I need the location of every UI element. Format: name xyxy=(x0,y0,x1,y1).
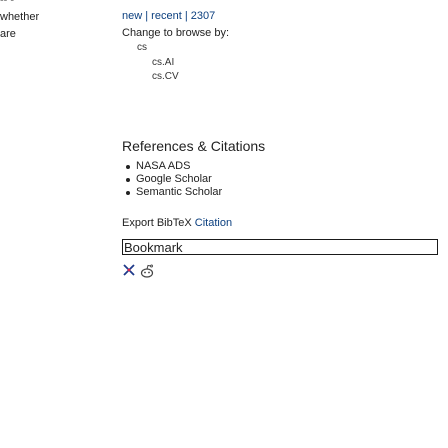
nav-prev-next[interactable]: • • • • • xyxy=(122,0,153,5)
google-scholar-link[interactable]: Google Scholar xyxy=(136,173,212,186)
references-list: NASA ADS Google Scholar Semantic Scholar xyxy=(126,160,222,199)
main-text-fragment: whether xyxy=(0,11,40,23)
nasa-ads-link[interactable]: NASA ADS xyxy=(136,160,190,173)
bookmark-box: Bookmark xyxy=(122,239,438,255)
page: -- - whether are • • • • • new | recent … xyxy=(0,0,448,448)
nav-recent-link[interactable]: recent xyxy=(151,10,182,22)
export-citation-link[interactable]: Citation xyxy=(195,217,232,229)
browse-sub-cs-ai[interactable]: cs.AI xyxy=(152,57,174,68)
list-item: Semantic Scholar xyxy=(126,186,222,199)
main-text-fragment: are xyxy=(0,28,16,40)
bibsonomy-icon[interactable] xyxy=(122,263,136,284)
export-bibtex: Export BibTeX Citation xyxy=(122,217,232,229)
nav-separator: | xyxy=(184,10,188,22)
nav-new-link[interactable]: new xyxy=(122,10,142,22)
nav-month-link[interactable]: 2307 xyxy=(191,10,215,22)
list-item: NASA ADS xyxy=(126,160,222,173)
bullet-icon xyxy=(126,164,130,169)
bookmark-icons xyxy=(122,263,155,284)
export-bibtex-label: Export BibTeX xyxy=(122,217,192,229)
browse-category-cs[interactable]: cs xyxy=(137,42,147,53)
references-title: References & Citations xyxy=(122,138,266,154)
browse-by-label: Change to browse by: xyxy=(122,27,230,39)
browse-sub-cs-cv[interactable]: cs.CV xyxy=(152,71,179,82)
semantic-scholar-link[interactable]: Semantic Scholar xyxy=(136,186,222,199)
bullet-icon xyxy=(126,177,130,182)
bullet-icon xyxy=(126,190,130,195)
reddit-icon[interactable] xyxy=(139,263,155,284)
list-item: Google Scholar xyxy=(126,173,222,186)
nav-separator: | xyxy=(145,10,149,22)
nav-links: new | recent | 2307 xyxy=(122,10,215,22)
main-text-fragment-top: -- - xyxy=(0,0,15,6)
bookmark-label: Bookmark xyxy=(124,240,183,255)
